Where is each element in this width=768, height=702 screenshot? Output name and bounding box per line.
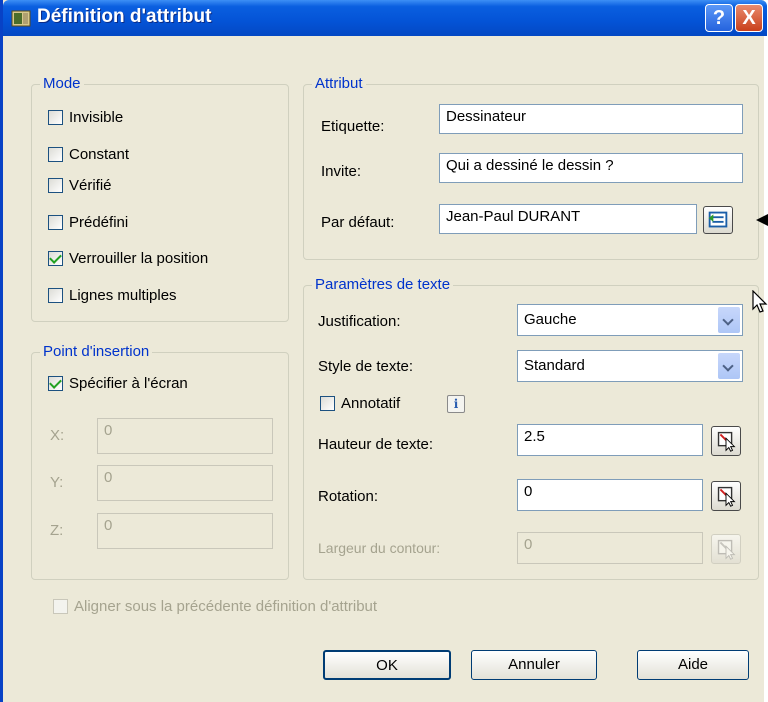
z-input[interactable]: 0 [97, 513, 273, 549]
insertion-point-legend: Point d'insertion [40, 343, 153, 360]
lock-position-checkbox[interactable]: Verrouiller la position [48, 250, 208, 267]
rotation-input[interactable]: 0 [517, 479, 703, 511]
annotation-arrow-icon [756, 214, 768, 226]
justification-value: Gauche [524, 311, 577, 328]
checkbox-box [48, 147, 63, 162]
x-input[interactable]: 0 [97, 418, 273, 454]
checkbox-box [48, 110, 63, 125]
pick-height-button[interactable] [711, 426, 741, 456]
title-bar[interactable]: Définition d'attribut ? X [3, 0, 767, 36]
constant-label: Constant [69, 146, 130, 163]
chevron-down-icon[interactable] [718, 353, 740, 379]
insert-field-button[interactable] [703, 206, 733, 234]
z-label: Z: [50, 522, 64, 539]
app-icon [11, 10, 31, 27]
checkbox-box-checked [48, 376, 63, 391]
text-style-value: Standard [524, 357, 585, 374]
checkbox-box [48, 215, 63, 230]
text-style-select[interactable]: Standard [517, 350, 743, 382]
checkbox-box-disabled [53, 599, 68, 614]
mode-legend: Mode [40, 75, 84, 92]
justification-label: Justification: [318, 313, 401, 330]
boundary-width-label: Largeur du contour: [318, 540, 441, 556]
attribute-legend: Attribut [312, 75, 366, 92]
tag-input[interactable]: Dessinateur [439, 104, 743, 134]
multiline-label: Lignes multiples [69, 287, 177, 304]
pick-rotation-button[interactable] [711, 481, 741, 511]
default-input[interactable]: Jean-Paul DURANT [439, 204, 697, 234]
align-below-checkbox[interactable]: Aligner sous la précédente définition d'… [53, 598, 377, 615]
info-icon[interactable]: i [447, 395, 465, 413]
checkbox-box-checked [48, 251, 63, 266]
rotation-label: Rotation: [318, 488, 379, 505]
checkbox-box [48, 178, 63, 193]
mouse-cursor-icon [752, 290, 768, 313]
annotative-label: Annotatif [341, 395, 401, 412]
default-label: Par défaut: [321, 214, 395, 231]
close-button[interactable]: X [735, 4, 763, 32]
verify-checkbox[interactable]: Vérifié [48, 177, 112, 194]
pick-point-icon [717, 539, 736, 560]
pick-point-icon [717, 431, 736, 452]
specify-onscreen-checkbox[interactable]: Spécifier à l'écran [48, 375, 188, 392]
text-height-input[interactable]: 2.5 [517, 424, 703, 456]
specify-onscreen-label: Spécifier à l'écran [69, 375, 188, 392]
y-label: Y: [50, 474, 64, 491]
verify-label: Vérifié [69, 177, 112, 194]
preset-checkbox[interactable]: Prédéfini [48, 214, 128, 231]
text-settings-legend: Paramètres de texte [312, 276, 454, 293]
y-input[interactable]: 0 [97, 465, 273, 501]
lock-position-label: Verrouiller la position [69, 250, 209, 267]
tag-label: Etiquette: [321, 118, 385, 135]
justification-select[interactable]: Gauche [517, 304, 743, 336]
prompt-label: Invite: [321, 163, 362, 180]
x-label: X: [50, 427, 65, 444]
multiline-checkbox[interactable]: Lignes multiples [48, 287, 177, 304]
align-below-label: Aligner sous la précédente définition d'… [74, 598, 378, 615]
checkbox-box [48, 288, 63, 303]
text-style-label: Style de texte: [318, 358, 414, 375]
window-title: Définition d'attribut [37, 6, 212, 27]
insert-field-icon [708, 211, 728, 228]
help-title-button[interactable]: ? [705, 4, 733, 32]
pick-point-icon [717, 486, 736, 507]
help-button[interactable]: Aide [637, 650, 749, 680]
chevron-down-icon[interactable] [718, 307, 740, 333]
preset-label: Prédéfini [69, 214, 129, 231]
ok-button[interactable]: OK [323, 650, 451, 680]
cancel-button[interactable]: Annuler [471, 650, 597, 680]
prompt-input[interactable]: Qui a dessiné le dessin ? [439, 153, 743, 183]
annotative-checkbox[interactable]: Annotatif [320, 395, 400, 412]
boundary-width-input[interactable]: 0 [517, 532, 703, 564]
text-height-label: Hauteur de texte: [318, 436, 434, 453]
attribute-definition-dialog: Définition d'attribut ? X Mode Invisible… [0, 0, 767, 702]
checkbox-box [320, 396, 335, 411]
invisible-label: Invisible [69, 109, 124, 126]
pick-width-button[interactable] [711, 534, 741, 564]
invisible-checkbox[interactable]: Invisible [48, 109, 123, 126]
constant-checkbox[interactable]: Constant [48, 146, 129, 163]
